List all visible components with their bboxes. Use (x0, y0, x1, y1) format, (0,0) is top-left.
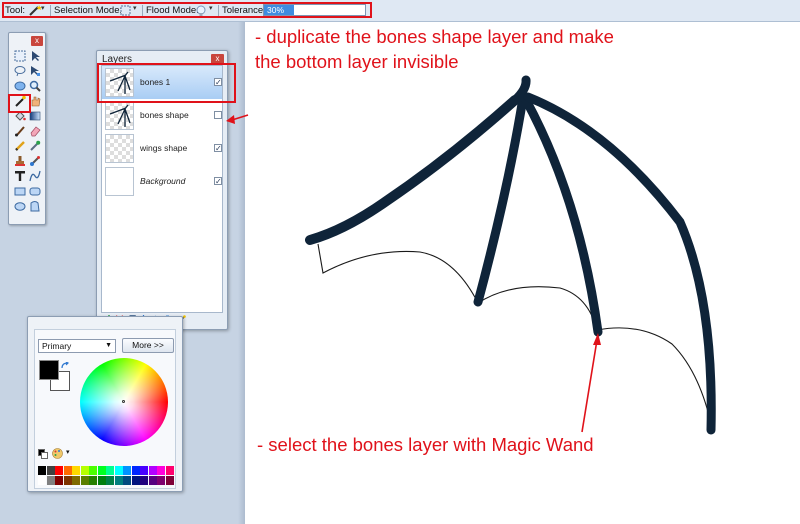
annotation-text-bottom: - select the bones layer with Magic Wand (257, 434, 594, 455)
annotation-text-top-line2: the bottom layer invisible (255, 51, 459, 72)
wing-membrane-outline (317, 243, 713, 429)
arrowhead-icon (226, 115, 235, 124)
annotation-arrow-canvas (581, 339, 598, 433)
wing-bone-finger-3 (523, 92, 716, 435)
annotation-text-top-line1: - duplicate the bones shape layer and ma… (255, 26, 614, 47)
wing-bone-upper-arm (305, 95, 520, 245)
